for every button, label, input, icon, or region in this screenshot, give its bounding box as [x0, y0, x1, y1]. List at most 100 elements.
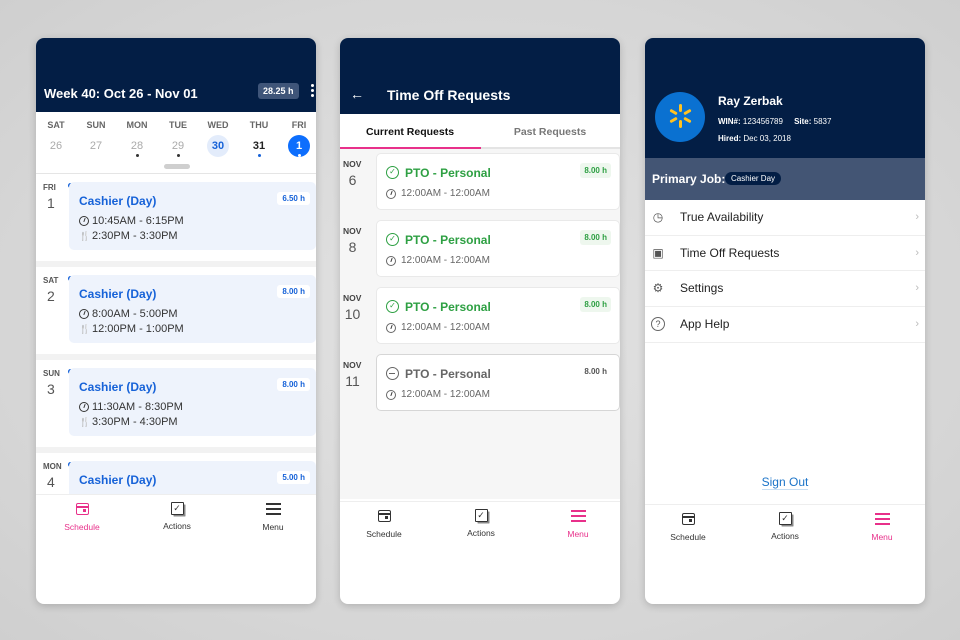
request-card[interactable]: ✓ PTO - Personal 8.00 h 12:00AM - 12:00AM	[376, 153, 620, 210]
tab-label: Menu	[567, 529, 589, 539]
week-day-wed[interactable]: WED 30	[198, 120, 238, 157]
day-number: 29	[171, 140, 185, 152]
tab-label: Menu	[262, 522, 284, 532]
shift-card[interactable]: Cashier (Day)5.00 h🍴	[69, 461, 316, 494]
request-type: PTO - Personal	[405, 300, 491, 314]
shift-day-name: SUN	[43, 369, 60, 378]
shift-day-number: 2	[47, 288, 55, 304]
shift-time: 10:45AM - 6:15PM	[79, 215, 184, 227]
request-month: NOV	[343, 293, 362, 303]
sign-out-label: Sign Out	[761, 475, 809, 490]
menu-item-label: Time Off Requests	[680, 245, 780, 260]
request-time: 12:00AM - 12:00AM	[386, 389, 490, 400]
tab-actions[interactable]: ✓ Actions	[142, 501, 212, 531]
menu-list: ◷ True Availability › ▣ Time Off Requests › ⚙ S…	[645, 200, 925, 343]
shift-role: Cashier (Day)	[79, 380, 157, 394]
tab-schedule[interactable]: Schedule	[47, 501, 117, 532]
clock-icon	[386, 188, 396, 199]
spark-ray	[679, 120, 682, 128]
request-card[interactable]: ✓ PTO - Personal 8.00 h 12:00AM - 12:00AM	[376, 220, 620, 277]
request-hours: 8.00 h	[580, 163, 611, 178]
meal-break: 🍴 12:00PM - 1:00PM	[79, 323, 184, 335]
shift-time-text: 11:30AM - 8:30PM	[92, 401, 183, 413]
spark-ray	[683, 116, 692, 124]
week-day-sat[interactable]: SAT 26	[36, 120, 76, 157]
tab-menu[interactable]: Menu	[543, 508, 613, 539]
tab-actions[interactable]: ✓ Actions	[446, 508, 516, 538]
time-off-screen: ← Time Off Requests Current Requests Pas…	[340, 38, 620, 604]
menu-item-label: App Help	[680, 317, 730, 332]
spark-ray	[679, 104, 682, 112]
shift-time-text: 10:45AM - 6:15PM	[92, 215, 184, 227]
more-vertical-icon[interactable]	[309, 84, 315, 100]
week-day-sun[interactable]: SUN 27	[76, 120, 116, 157]
request-row: NOV 6 ✓ PTO - Personal 8.00 h 12:00AM - 12:00…	[340, 153, 620, 220]
menu-item-true-availability[interactable]: ◷ True Availability ›	[645, 200, 925, 236]
request-month: NOV	[343, 360, 362, 370]
shift-hours-badge: 6.50 h	[277, 192, 310, 205]
request-hours: 8.00 h	[584, 367, 607, 376]
tab-label: Actions	[771, 531, 799, 541]
back-arrow-icon[interactable]: ←	[350, 86, 364, 102]
tab-menu[interactable]: Menu	[238, 501, 308, 532]
tab-schedule[interactable]: Schedule	[653, 511, 723, 542]
request-type: PTO - Personal	[405, 166, 491, 180]
shift-role: Cashier (Day)	[79, 473, 157, 487]
request-row: NOV 11 PTO - Personal 8.00 h 12:00AM - 12:00…	[340, 354, 620, 421]
hired-date: Hired: Dec 03, 2018	[718, 134, 791, 143]
tab-label: Menu	[871, 532, 893, 542]
bottom-tab-bar: Schedule ✓ Actions Menu	[645, 504, 925, 544]
page-title: Time Off Requests	[387, 87, 511, 103]
schedule-header: Week 40: Oct 26 - Nov 01 28.25 h	[36, 38, 316, 112]
tab-past-requests[interactable]: Past Requests	[480, 126, 620, 138]
tab-actions[interactable]: ✓ Actions	[750, 511, 820, 541]
request-row: NOV 8 ✓ PTO - Personal 8.00 h 12:00AM - 12:00…	[340, 220, 620, 287]
shift-role: Cashier (Day)	[79, 287, 157, 301]
request-time-text: 12:00AM - 12:00AM	[401, 322, 490, 333]
menu-item-settings[interactable]: ⚙ Settings ›	[645, 271, 925, 307]
request-day: 10	[344, 306, 361, 322]
user-name: Ray Zerbak	[718, 94, 783, 108]
clock-icon	[79, 216, 89, 226]
shift-list: FRI 1 Cashier (Day) 6.50 h 10:45AM - 6:15PM 🍴…	[36, 174, 316, 494]
sign-out-link[interactable]: Sign Out	[645, 475, 925, 490]
day-number: 27	[89, 140, 103, 152]
day-number: 28	[130, 140, 144, 152]
check-circle-icon: ✓	[386, 166, 399, 179]
request-time-text: 12:00AM - 12:00AM	[401, 188, 490, 199]
tab-schedule[interactable]: Schedule	[349, 508, 419, 539]
request-card[interactable]: ✓ PTO - Personal 8.00 h 12:00AM - 12:00AM	[376, 287, 620, 344]
shift-card[interactable]: Cashier (Day) 8.00 h 8:00AM - 5:00PM 🍴 12:00…	[69, 275, 316, 343]
request-card[interactable]: PTO - Personal 8.00 h 12:00AM - 12:00AM	[376, 354, 620, 411]
shift-card[interactable]: Cashier (Day) 6.50 h 10:45AM - 6:15PM 🍴 2:30…	[69, 182, 316, 250]
tab-label: Actions	[467, 528, 495, 538]
day-name: MON	[126, 120, 148, 130]
tab-label: Actions	[163, 521, 191, 531]
week-day-tue[interactable]: TUE 29	[158, 120, 198, 157]
shift-card[interactable]: Cashier (Day) 8.00 h 11:30AM - 8:30PM 🍴 3:30…	[69, 368, 316, 436]
drag-handle[interactable]	[164, 164, 190, 169]
day-name: SUN	[86, 120, 106, 130]
week-day-mon[interactable]: MON 28	[117, 120, 157, 157]
menu-item-time-off-requests[interactable]: ▣ Time Off Requests ›	[645, 236, 925, 271]
shift-hours-badge: 8.00 h	[277, 285, 310, 298]
meal-time-text: 12:00PM - 1:00PM	[92, 323, 184, 335]
tab-menu[interactable]: Menu	[847, 511, 917, 542]
shift-day-number: 1	[47, 195, 55, 211]
week-day-fri[interactable]: FRI 1	[279, 120, 316, 157]
chevron-right-icon: ›	[915, 282, 919, 295]
tab-current-requests[interactable]: Current Requests	[340, 126, 480, 138]
meal-time-text: 3:30PM - 4:30PM	[92, 416, 178, 428]
spark-ray	[669, 116, 678, 124]
clock-icon	[386, 322, 396, 333]
week-day-thu[interactable]: THU 31	[239, 120, 279, 157]
hired-value: Dec 03, 2018	[743, 134, 791, 143]
menu-item-label: True Availability	[680, 210, 764, 225]
request-type: PTO - Personal	[405, 367, 491, 381]
shift-day-row: SUN 3 Cashier (Day) 8.00 h 11:30AM - 8:30PM 🍴…	[36, 360, 316, 447]
menu-item-app-help[interactable]: ? App Help ›	[645, 307, 925, 343]
day-number: 30	[207, 135, 229, 157]
walmart-spark-logo	[655, 92, 705, 142]
primary-job-chip: Cashier Day	[725, 172, 782, 185]
request-month: NOV	[343, 159, 362, 169]
